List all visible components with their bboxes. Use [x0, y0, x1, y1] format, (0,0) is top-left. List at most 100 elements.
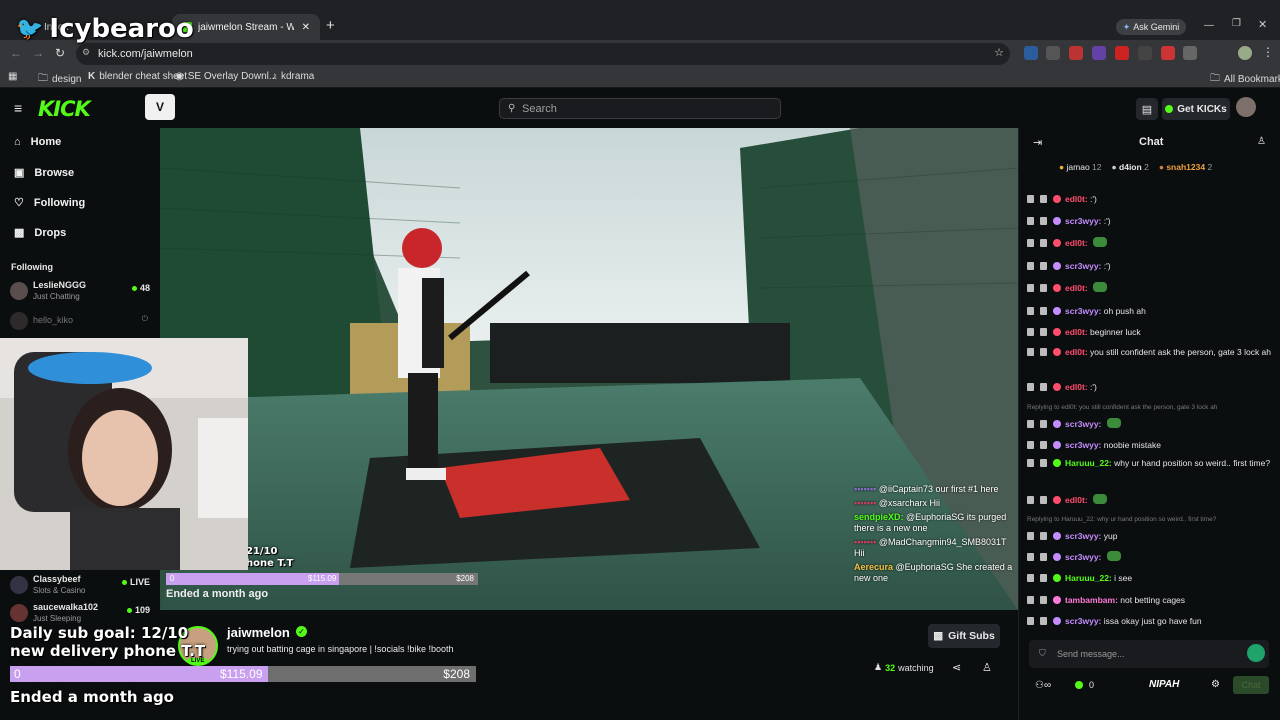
timeout-user-icon[interactable] [1040, 441, 1047, 449]
delete-message-icon[interactable] [1027, 348, 1034, 356]
chat-message[interactable]: scr3wyy: noobie mistake [1027, 438, 1277, 452]
chat-username[interactable]: Haruuu_22: [1065, 573, 1112, 583]
extension-icon-7[interactable] [1161, 46, 1175, 60]
bookmark-blender[interactable]: Kblender cheat sheet [88, 71, 187, 82]
send-chat-button[interactable]: Chat [1233, 676, 1269, 694]
extension-icon-5[interactable] [1115, 46, 1129, 60]
chat-username[interactable]: edl0t: [1065, 495, 1088, 505]
chat-message[interactable]: edl0t: [1027, 281, 1277, 295]
chat-username[interactable]: edl0t: [1065, 194, 1088, 204]
delete-message-icon[interactable] [1027, 284, 1034, 292]
extension-icon-2[interactable] [1046, 46, 1060, 60]
tab-close-icon[interactable]: ✕ [302, 22, 310, 33]
chat-username[interactable]: scr3wyy: [1065, 531, 1101, 541]
timeout-user-icon[interactable] [1040, 328, 1047, 336]
chat-username[interactable]: edl0t: [1065, 347, 1088, 357]
extension-icon-6[interactable] [1138, 46, 1152, 60]
delete-message-icon[interactable] [1027, 617, 1034, 625]
chat-username[interactable]: scr3wyy: [1065, 552, 1101, 562]
timeout-user-icon[interactable] [1040, 420, 1047, 428]
timeout-user-icon[interactable] [1040, 596, 1047, 604]
chat-message[interactable]: scr3wyy: [1027, 550, 1277, 564]
hamburger-menu-icon[interactable]: ≡ [14, 100, 22, 116]
chat-settings-icon[interactable]: ⚙ [1211, 679, 1220, 690]
maximize-button[interactable]: ❐ [1232, 18, 1241, 29]
timeout-user-icon[interactable] [1040, 459, 1047, 467]
timeout-user-icon[interactable] [1040, 617, 1047, 625]
chat-message[interactable]: edl0t: you still confident ask the perso… [1027, 345, 1277, 359]
delete-message-icon[interactable] [1027, 328, 1034, 336]
vod-badge-icon[interactable]: V [145, 94, 175, 120]
extension-icon-4[interactable] [1092, 46, 1106, 60]
delete-message-icon[interactable] [1027, 596, 1034, 604]
following-channel-lesliengggg[interactable]: LeslieNGGG Just Chatting 48 [10, 280, 152, 306]
delete-message-icon[interactable] [1027, 574, 1034, 582]
chat-username[interactable]: scr3wyy: [1065, 419, 1101, 429]
timeout-user-icon[interactable] [1040, 239, 1047, 247]
back-icon[interactable]: ← [10, 46, 22, 60]
extensions-puzzle-icon[interactable] [1183, 46, 1197, 60]
chat-message[interactable]: scr3wyy: yup [1027, 529, 1277, 543]
delete-message-icon[interactable] [1027, 262, 1034, 270]
chat-username[interactable]: edl0t: [1065, 327, 1088, 337]
delete-message-icon[interactable] [1027, 420, 1034, 428]
chat-message[interactable]: scr3wyy: oh push ah [1027, 304, 1277, 318]
chat-message[interactable]: edl0t: [1027, 236, 1277, 250]
chat-message[interactable]: edl0t: beginner luck [1027, 325, 1277, 339]
chat-input[interactable]: ⛉ Send message... [1029, 640, 1269, 668]
video-player[interactable]: 21/10 hone T.T 0 $115.09 $208 Ended a mo… [160, 128, 1018, 610]
sidebar-item-browse[interactable]: ▣ Browse [14, 166, 74, 180]
delete-message-icon[interactable] [1027, 532, 1034, 540]
nipah-extension-logo[interactable]: NIPAH [1149, 679, 1179, 690]
bookmark-se-overlay[interactable]: ◉ SE Overlay Downl... [175, 71, 277, 82]
sidebar-item-following[interactable]: ♡ Following [14, 196, 85, 210]
new-tab-button[interactable]: + [326, 17, 335, 34]
chat-message[interactable]: Haruuu_22: i see [1027, 571, 1277, 585]
sidebar-item-home[interactable]: ⌂ Home [14, 136, 61, 148]
chat-message[interactable]: scr3wyy: issa okay just go have fun [1027, 614, 1277, 628]
chat-message[interactable]: Haruuu_22: why ur hand position so weird… [1027, 456, 1277, 470]
chat-username[interactable]: edl0t: [1065, 238, 1088, 248]
layout-toggle-icon[interactable]: ▤ [1136, 98, 1158, 120]
chat-username[interactable]: edl0t: [1065, 283, 1088, 293]
reload-icon[interactable]: ↻ [55, 46, 65, 60]
profile-avatar-icon[interactable] [1238, 46, 1252, 60]
chat-message[interactable]: scr3wyy: :') [1027, 214, 1277, 228]
bookmark-design[interactable]: 🗀 design [38, 71, 81, 88]
delete-message-icon[interactable] [1027, 383, 1034, 391]
menu-kebab-icon[interactable]: ⋮ [1262, 45, 1274, 59]
following-channel-hello-kiko[interactable]: hello_kiko ⏻ [10, 310, 152, 336]
timeout-user-icon[interactable] [1040, 496, 1047, 504]
chat-username[interactable]: Haruuu_22: [1065, 458, 1112, 468]
timeout-user-icon[interactable] [1040, 574, 1047, 582]
apps-grid-icon[interactable]: ▦ [8, 71, 17, 82]
chat-message[interactable]: tambambam: not betting cages [1027, 593, 1277, 607]
following-channel-classybeef[interactable]: Classybeef Slots & Casino LIVE [10, 574, 152, 600]
all-bookmarks[interactable]: 🗀 All Bookmarks [1210, 71, 1280, 88]
forward-icon[interactable]: → [32, 46, 44, 60]
timeout-user-icon[interactable] [1040, 383, 1047, 391]
chat-users-icon[interactable]: ♙ [1257, 136, 1266, 147]
delete-message-icon[interactable] [1027, 239, 1034, 247]
chat-username[interactable]: scr3wyy: [1065, 261, 1101, 271]
chat-username[interactable]: scr3wyy: [1065, 306, 1101, 316]
sidebar-item-drops[interactable]: ▩ Drops [14, 226, 66, 240]
emote-picker-icon[interactable] [1247, 644, 1265, 662]
extension-icon-3[interactable] [1069, 46, 1083, 60]
delete-message-icon[interactable] [1027, 459, 1034, 467]
chat-message[interactable]: scr3wyy: [1027, 417, 1277, 431]
delete-message-icon[interactable] [1027, 307, 1034, 315]
timeout-user-icon[interactable] [1040, 284, 1047, 292]
timeout-user-icon[interactable] [1040, 217, 1047, 225]
chat-users-infinity-icon[interactable]: ⚇∞ [1035, 680, 1051, 691]
chat-username[interactable]: scr3wyy: [1065, 616, 1101, 626]
user-avatar[interactable] [1236, 97, 1256, 117]
ask-gemini-button[interactable]: ✦ Ask Gemini [1116, 19, 1186, 35]
chat-message[interactable]: edl0t: :') [1027, 380, 1277, 394]
timeout-user-icon[interactable] [1040, 262, 1047, 270]
delete-message-icon[interactable] [1027, 195, 1034, 203]
tab-kick-stream[interactable]: jaiwmelon Stream - Watch L ✕ [172, 14, 320, 40]
share-icon[interactable]: ⋖ [952, 661, 961, 674]
delete-message-icon[interactable] [1027, 217, 1034, 225]
collapse-chat-icon[interactable]: ⇥ [1033, 136, 1042, 149]
